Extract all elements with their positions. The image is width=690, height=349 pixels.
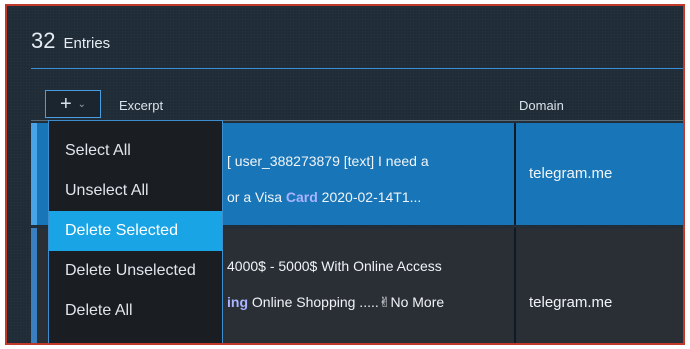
excerpt-highlight: Card <box>285 189 318 205</box>
row-selection-marker <box>31 123 37 225</box>
plus-icon: + <box>59 93 72 115</box>
header-divider <box>31 68 683 69</box>
entries-panel: 32 Entries + ⌄ Excerpt Domain [ user_388… <box>5 4 685 345</box>
menu-item-select-all[interactable]: Select All <box>49 131 222 171</box>
excerpt-highlight: ing <box>227 294 248 310</box>
excerpt-line: [ user_388273879 [text] I need a <box>227 153 429 169</box>
excerpt-text: or a Visa <box>227 189 286 205</box>
menu-item-delete-selected[interactable]: Delete Selected <box>49 211 222 251</box>
menu-item-delete-unselected[interactable]: Delete Unselected <box>49 251 222 291</box>
cell-divider <box>514 123 516 225</box>
menu-item-delete-all[interactable]: Delete All <box>49 291 222 331</box>
excerpt-cell: [ user_388273879 [text] I need a or a Vi… <box>227 143 497 215</box>
add-column-button[interactable]: + ⌄ <box>45 90 101 118</box>
domain-cell: telegram.me <box>529 165 613 182</box>
column-header-domain[interactable]: Domain <box>519 98 564 113</box>
column-header-excerpt[interactable]: Excerpt <box>119 98 163 113</box>
excerpt-line: 4000$ - 5000$ With Online Access <box>227 258 442 274</box>
menu-item-unselect-all[interactable]: Unselect All <box>49 171 222 211</box>
entries-count: 32 <box>31 28 56 53</box>
row-selection-marker <box>31 228 37 343</box>
selection-dropdown-menu: Select All Unselect All Delete Selected … <box>48 120 223 343</box>
excerpt-cell: 4000$ - 5000$ With Online Access ing Onl… <box>227 248 497 320</box>
excerpt-text: Online Shopping .....✌No More <box>248 294 445 310</box>
excerpt-line: or a Visa Card 2020-02-14T1... <box>227 179 497 215</box>
domain-cell: telegram.me <box>529 294 613 311</box>
entries-label: Entries <box>63 35 111 52</box>
excerpt-line: ing Online Shopping .....✌No More <box>227 284 497 320</box>
excerpt-text: 2020-02-14T1... <box>317 189 422 205</box>
entries-header: 32 Entries <box>31 28 110 54</box>
chevron-down-icon: ⌄ <box>77 98 87 110</box>
cell-divider <box>514 228 516 343</box>
